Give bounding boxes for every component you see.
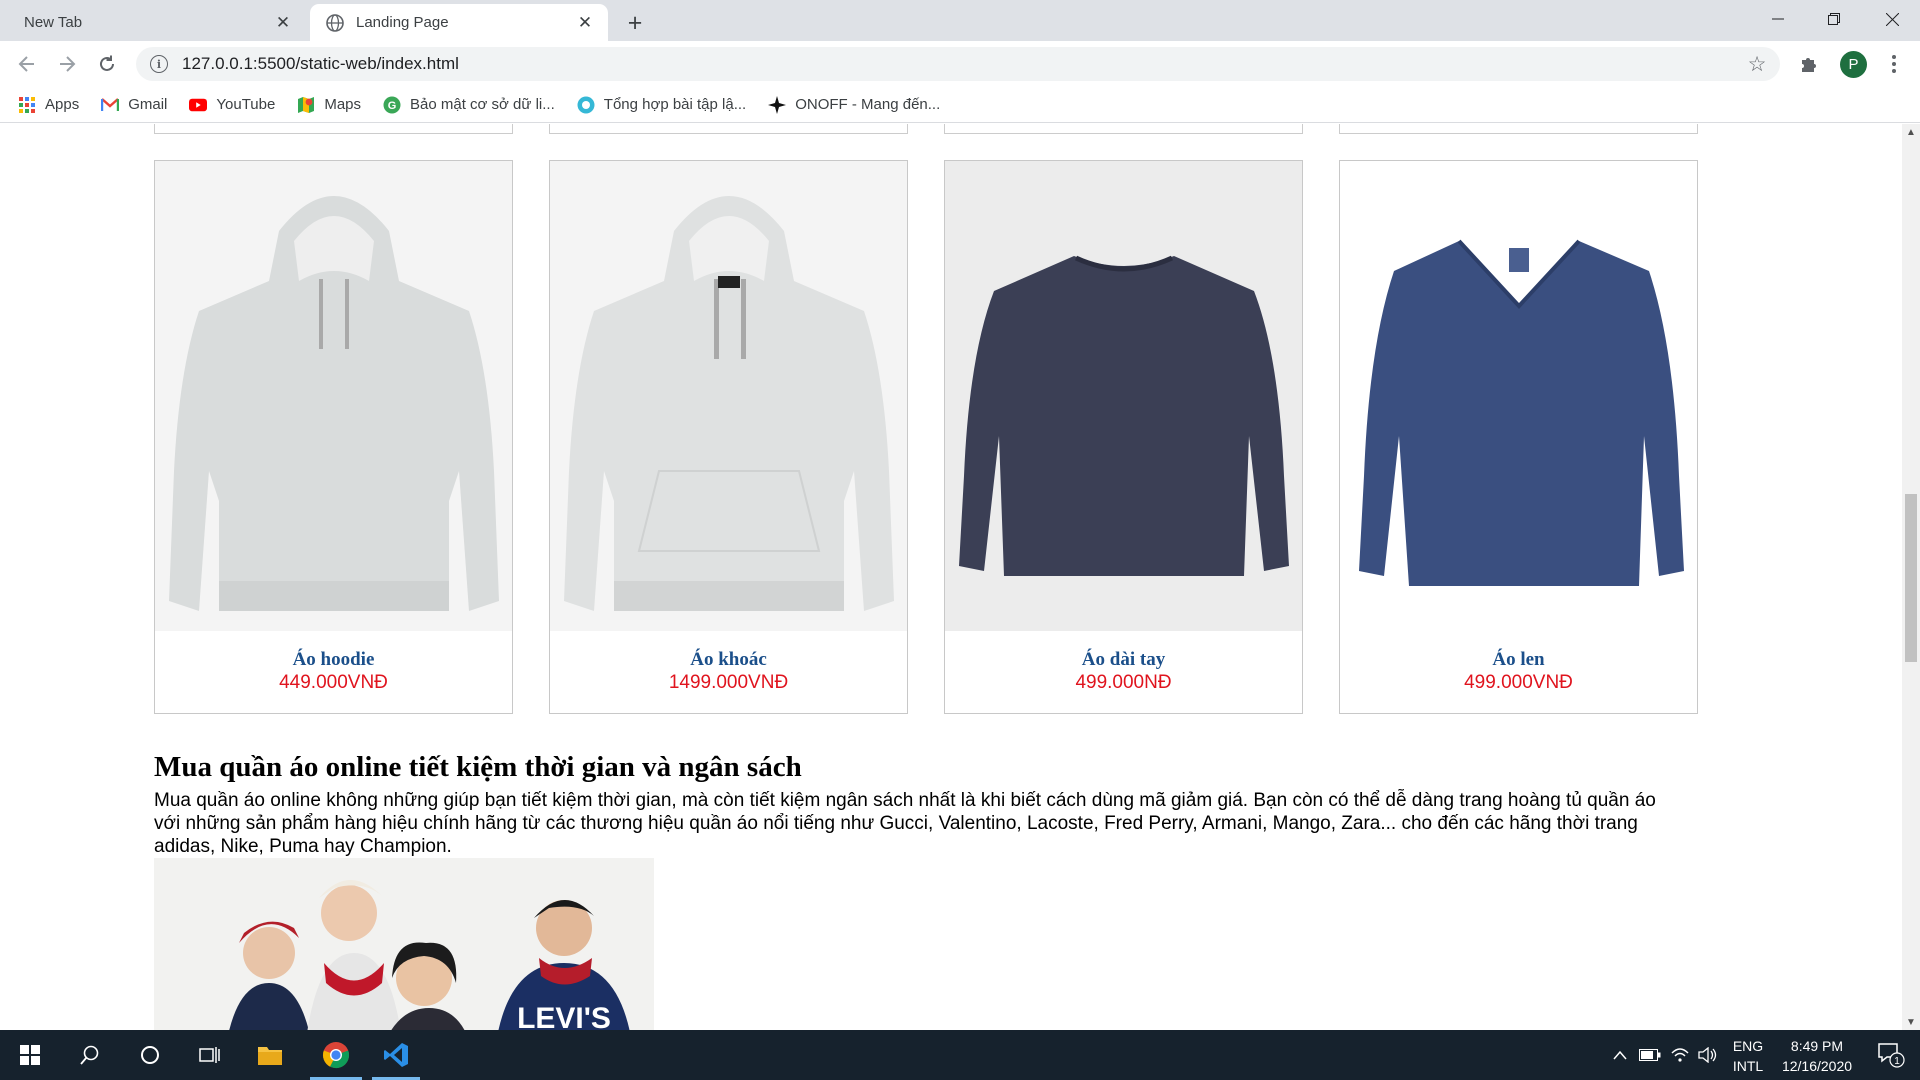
minimize-icon[interactable] <box>1750 0 1806 38</box>
product-price: 1499.000VNĐ <box>668 672 789 693</box>
search-icon[interactable] <box>60 1030 120 1080</box>
chrome-taskbar-icon[interactable] <box>306 1030 366 1080</box>
bookmark-tong-hop[interactable]: Tổng hợp bài tập lậ... <box>577 96 746 114</box>
product-card[interactable]: Áo hoodie 449.000VNĐ <box>154 160 513 714</box>
product-image[interactable] <box>1340 161 1697 631</box>
bookmark-label: Maps <box>324 96 362 113</box>
volume-icon[interactable] <box>1694 1030 1722 1080</box>
bookmark-label: Gmail <box>128 96 168 113</box>
file-explorer-icon[interactable] <box>240 1030 300 1080</box>
tab-title: New Tab <box>24 14 83 31</box>
globe-icon <box>326 13 344 32</box>
clock-time: 8:49 PM <box>1790 1038 1844 1054</box>
previous-card-edge <box>944 124 1303 134</box>
site-info-icon[interactable]: i <box>150 55 168 73</box>
maps-icon <box>298 96 315 113</box>
url-text[interactable]: 127.0.0.1:5500/static-web/index.html <box>182 54 1742 74</box>
wifi-icon[interactable] <box>1666 1030 1694 1080</box>
system-clock[interactable]: 8:49 PM 12/16/2020 <box>1772 1036 1862 1076</box>
bookmark-g-icon: G <box>383 96 401 113</box>
close-icon[interactable]: ✕ <box>274 13 292 32</box>
browser-toolbar: i 127.0.0.1:5500/static-web/index.html ☆… <box>0 41 1920 87</box>
bookmark-onoff[interactable]: ONOFF - Mang đến... <box>768 95 941 114</box>
vscode-taskbar-icon[interactable] <box>368 1030 424 1080</box>
banner-text: LEVI'S <box>517 1002 611 1030</box>
restore-icon[interactable] <box>1806 0 1862 38</box>
scrollbar-thumb[interactable] <box>1905 494 1917 662</box>
youtube-icon <box>189 98 208 111</box>
close-icon[interactable]: ✕ <box>576 13 594 32</box>
product-price: 499.000NĐ <box>1075 672 1172 693</box>
language-code: ENG <box>1732 1038 1764 1054</box>
task-view-icon[interactable] <box>180 1030 240 1080</box>
new-tab-plus-icon[interactable]: + <box>621 9 649 37</box>
forward-arrow-icon[interactable] <box>51 48 83 80</box>
bookmark-star-icon[interactable]: ☆ <box>1742 52 1772 77</box>
product-image[interactable] <box>945 161 1302 631</box>
kebab-menu-icon[interactable] <box>1882 52 1906 76</box>
page-viewport: Áo hoodie 449.000VNĐ Áo khoác 1499.000VN… <box>0 124 1902 1030</box>
clock-date: 12/16/2020 <box>1781 1058 1853 1074</box>
back-arrow-icon[interactable] <box>11 48 43 80</box>
bookmark-bao-mat[interactable]: G Bảo mật cơ sở dữ li... <box>383 96 555 114</box>
tab-landing-page[interactable]: Landing Page ✕ <box>310 4 608 41</box>
cortana-icon[interactable] <box>120 1030 180 1080</box>
extensions-puzzle-icon[interactable] <box>1797 52 1821 76</box>
tab-new-tab[interactable]: New Tab ✕ <box>8 4 306 41</box>
svg-text:G: G <box>388 100 397 112</box>
close-window-icon[interactable] <box>1864 0 1920 38</box>
bookmark-label: Tổng hợp bài tập lậ... <box>603 96 747 113</box>
product-name[interactable]: Áo dài tay <box>945 649 1302 671</box>
bookmarks-bar: Apps Gmail YouTube Maps G Bảo mật cơ sở … <box>0 87 1920 123</box>
scroll-up-arrow-icon[interactable]: ▲ <box>1902 124 1920 140</box>
gmail-icon <box>101 97 120 112</box>
product-image[interactable] <box>550 161 907 631</box>
previous-card-edge <box>154 124 513 134</box>
bookmark-youtube[interactable]: YouTube <box>189 96 275 114</box>
windows-start-icon[interactable] <box>0 1030 60 1080</box>
keyboard-layout: INTL <box>1732 1058 1764 1074</box>
product-card[interactable]: Áo khoác 1499.000VNĐ <box>549 160 908 714</box>
bookmark-label: YouTube <box>216 96 276 113</box>
product-price: 449.000VNĐ <box>279 672 388 693</box>
bookmark-maps[interactable]: Maps <box>297 96 361 114</box>
onoff-icon <box>768 95 787 114</box>
product-price: 499.000VNĐ <box>1464 672 1573 693</box>
tab-title: Landing Page <box>356 14 449 31</box>
notification-center-icon[interactable]: 1 <box>1866 1030 1916 1080</box>
previous-card-edge <box>549 124 908 134</box>
product-card[interactable]: Áo len 499.000VNĐ <box>1339 160 1698 714</box>
battery-icon[interactable] <box>1636 1030 1664 1080</box>
section-paragraph: Mua quần áo online không những giúp bạn … <box>154 790 1656 857</box>
tab-strip: New Tab ✕ Landing Page ✕ + <box>0 0 1920 41</box>
notification-count: 1 <box>1894 1056 1900 1067</box>
bookmark-gmail[interactable]: Gmail <box>101 96 167 114</box>
previous-card-edge <box>1339 124 1698 134</box>
bookmark-fx-icon <box>577 96 595 113</box>
address-bar[interactable]: i 127.0.0.1:5500/static-web/index.html ☆ <box>136 47 1780 81</box>
page-scrollbar[interactable]: ▲ ▼ <box>1902 124 1920 1030</box>
apps-grid-icon <box>19 96 35 113</box>
reload-icon[interactable] <box>91 48 123 80</box>
bookmark-label: Apps <box>45 96 80 113</box>
bookmark-apps[interactable]: Apps <box>18 96 79 114</box>
scroll-down-arrow-icon[interactable]: ▼ <box>1902 1014 1920 1030</box>
product-card[interactable]: Áo dài tay 499.000NĐ <box>944 160 1303 714</box>
windows-taskbar: ENG INTL 8:49 PM 12/16/2020 1 <box>0 1030 1920 1080</box>
promo-banner-image: LEVI'S <box>154 858 654 1030</box>
input-language[interactable]: ENG INTL <box>1726 1036 1770 1076</box>
bookmark-label: Bảo mật cơ sở dữ li... <box>410 96 555 113</box>
product-image[interactable] <box>155 161 512 631</box>
chevron-up-icon[interactable] <box>1608 1030 1632 1080</box>
profile-avatar[interactable]: P <box>1840 51 1867 78</box>
product-name[interactable]: Áo khoác <box>550 649 907 671</box>
bookmark-label: ONOFF - Mang đến... <box>795 96 941 113</box>
section-heading: Mua quần áo online tiết kiệm thời gian v… <box>154 751 802 783</box>
product-name[interactable]: Áo len <box>1340 649 1697 671</box>
product-name[interactable]: Áo hoodie <box>155 649 512 671</box>
